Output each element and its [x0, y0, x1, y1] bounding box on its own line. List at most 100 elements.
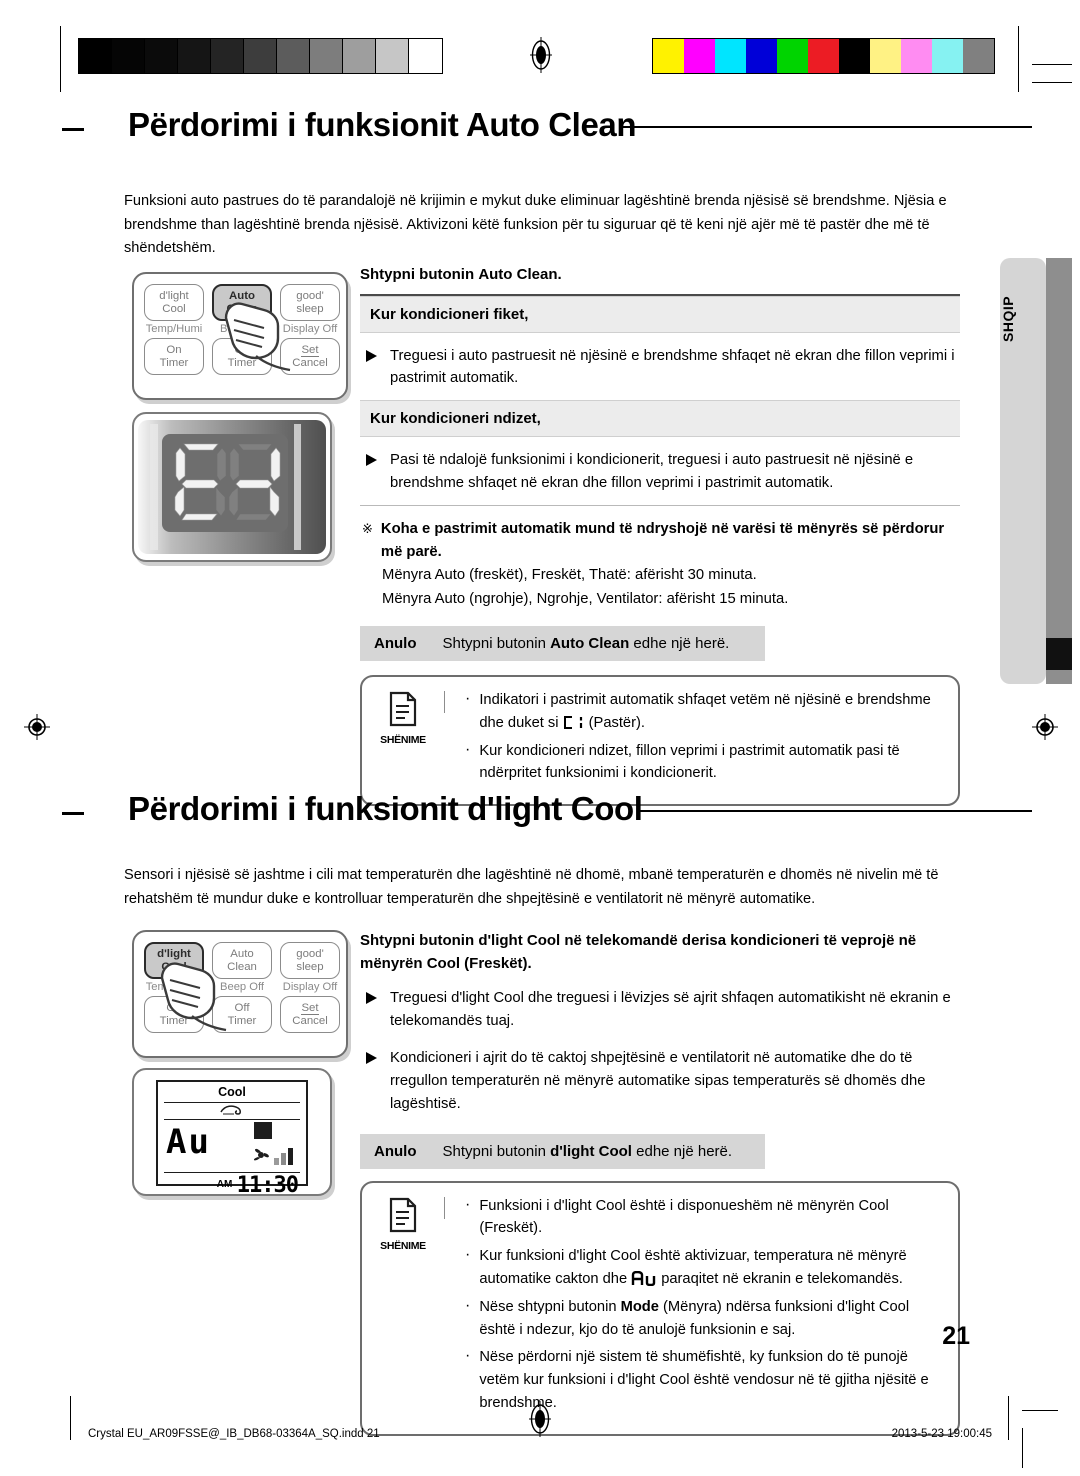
button-label-line2: Cancel: [292, 357, 328, 369]
footer-crop-left: [70, 1396, 71, 1440]
remote-button-on-timer[interactable]: On Timer: [144, 996, 204, 1033]
side-edge-bar: [1046, 258, 1072, 684]
cancel-row-1: Anulo Shtypni butonin Auto Clean edhe nj…: [360, 625, 765, 661]
lcd-fan-icon: [250, 1144, 272, 1169]
remote-button-good-sleep[interactable]: good' sleep: [280, 284, 340, 321]
color-swatch: [808, 39, 839, 73]
button-label-line1: good': [296, 290, 324, 303]
lcd-ampm: AM: [216, 1179, 233, 1190]
content-column-dlight-cool: Shtypni butonin d'light Cool në telekoma…: [360, 930, 960, 1436]
remote-sublabel-row: Temp/Humi Beep Off Display Off: [144, 981, 340, 993]
lcd-segment-text: Au: [166, 1122, 211, 1162]
grayscale-swatch: [79, 39, 112, 73]
lcd-screen: Cool Au AM 11:30: [156, 1080, 308, 1198]
button-label-line2: Cool: [161, 960, 187, 973]
grayscale-calibration-bar: [78, 38, 443, 74]
button-label-line2: Timer: [227, 356, 257, 369]
note-item: · Funksioni i d'light Cool është i dispo…: [463, 1195, 944, 1241]
grayscale-swatch: [244, 39, 277, 73]
band-when-on: Kur kondicioneri ndizet,: [360, 400, 960, 438]
registration-mark-icon: [1030, 712, 1060, 747]
remote-button-set-cancel[interactable]: Set Cancel: [280, 338, 340, 375]
button-label-line1: d'light: [159, 290, 189, 303]
remote-button-off-timer[interactable]: Off Timer: [212, 996, 272, 1033]
note-caption: SHËNIME: [380, 1239, 426, 1252]
note-divider: [444, 690, 445, 713]
button-label-line2: Timer: [159, 356, 189, 369]
button-label-line1: Auto: [230, 948, 254, 961]
remote-sublabel: Temp/Humi: [145, 981, 203, 993]
remote-button-off-timer[interactable]: Off Timer: [212, 338, 272, 375]
footer-crop-tick-2: [1022, 1428, 1023, 1468]
seven-segment-display-cl: [138, 420, 326, 554]
note-item-list: · Indikatori i pastrimit automatik shfaq…: [463, 689, 944, 790]
remote-button-dlight-cool[interactable]: d'light Cool: [144, 284, 204, 321]
remote-sublabel: Beep Off: [220, 981, 264, 993]
bullet-dot-icon: ·: [465, 740, 471, 758]
remote-button-on-timer[interactable]: On Timer: [144, 338, 204, 375]
note-box-1: SHËNIME · Indikatori i pastrimit automat…: [360, 674, 960, 807]
remote-sublabel-row: Temp/Humi Beep Off Display Off: [144, 323, 340, 335]
intro-text-auto-clean: Funksioni auto pastrues do të parandaloj…: [124, 193, 947, 257]
reference-mark-icon: ※: [362, 521, 373, 537]
calibration-strip: [0, 18, 1080, 92]
grayscale-swatch: [145, 39, 178, 73]
lcd-time: 11:30: [236, 1173, 299, 1198]
note-item: · Kur kondicioneri ndizet, fillon veprim…: [463, 740, 944, 786]
lead-instruction-1: Shtypni butonin Auto Clean.: [360, 266, 562, 283]
page-title-dlight-cool: Përdorimi i funksionit d'light Cool: [128, 790, 643, 827]
asterisk-note-block: ※ Koha e pastrimit automatik mund të ndr…: [360, 506, 960, 564]
heading-rule: [640, 810, 1032, 812]
color-calibration-bar: [652, 38, 995, 74]
section-auto-clean: Përdorimi i funksionit Auto Clean: [0, 106, 1080, 164]
color-swatch: [963, 39, 994, 73]
remote-button-auto-clean[interactable]: Auto Clean: [212, 942, 272, 979]
remote-button-good-sleep[interactable]: good' sleep: [280, 942, 340, 979]
bullet-dot-icon: ·: [465, 1195, 471, 1213]
page-number: 21: [942, 1322, 970, 1350]
crop-mark-top-right-1: [1032, 64, 1072, 65]
remote-button-dlight-cool[interactable]: d'light Cool: [144, 942, 204, 979]
intro-text-dlight-cool: Sensori i njësisë së jashtme i cili mat …: [124, 867, 939, 907]
footer-timestamp: 2013-5-23 19:00:45: [891, 1428, 992, 1440]
remote-row-top: d'light Cool Auto Clean good' sleep: [144, 942, 340, 979]
remote-button-grid-2: d'light Cool Auto Clean good' sleep Temp/Humi B…: [144, 942, 340, 1033]
remote-button-auto-clean[interactable]: Auto Clean: [212, 284, 272, 321]
remote-sublabel: Beep Off: [220, 323, 264, 335]
indoor-unit-display-1: [132, 412, 332, 562]
triangle-bullet-icon: [366, 345, 378, 391]
button-label-line1: On: [166, 1002, 182, 1015]
color-swatch: [901, 39, 932, 73]
bullet-dot-icon: ·: [465, 689, 471, 707]
cancel-row-2: Anulo Shtypni butonin d'light Cool edhe …: [360, 1133, 765, 1169]
asterisk-note-line-1: Mënyra Auto (freskët), Freskët, Thatë: a…: [382, 567, 757, 584]
button-label-line1: Off: [234, 1002, 250, 1015]
auto-segment-icon: [632, 1270, 656, 1287]
lead-instruction-2: Shtypni butonin d'light Cool në telekoma…: [360, 932, 917, 972]
grayscale-swatch: [178, 39, 211, 73]
heading-rule: [622, 126, 1032, 128]
clean-indicator-icon: [563, 715, 582, 729]
remote-sublabel: Temp/Humi: [145, 323, 203, 335]
cancel-description: Shtypni butonin d'light Cool edhe një he…: [442, 1142, 733, 1160]
color-swatch: [870, 39, 901, 73]
button-label-line1: Set: [301, 343, 319, 357]
color-swatch: [653, 39, 684, 73]
grayscale-swatch: [409, 39, 442, 73]
heading-dash: [62, 812, 84, 815]
button-label-line1: Set: [301, 1001, 319, 1015]
grayscale-swatch: [343, 39, 376, 73]
cancel-label: Anulo: [374, 634, 417, 652]
lcd-mode-label: Cool: [218, 1085, 246, 1099]
remote-lcd-display: Cool Au AM 11:30: [132, 1068, 332, 1198]
triangle-bullet-icon: [366, 1047, 378, 1116]
button-label-line2: sleep: [296, 960, 324, 973]
remote-control-panel-1: d'light Cool Auto Clean good' sleep Temp/Humi B…: [132, 272, 348, 400]
remote-button-set-cancel[interactable]: Set Cancel: [280, 996, 340, 1033]
color-swatch: [715, 39, 746, 73]
remote-control-panel-2: d'light Cool Auto Clean good' sleep Temp/Humi B…: [132, 930, 348, 1058]
bullet-dot-icon: ·: [465, 1246, 471, 1264]
remote-row-top: d'light Cool Auto Clean good' sleep: [144, 284, 340, 321]
button-label-line2: Clean: [226, 302, 258, 315]
bullet-dot-icon: ·: [465, 1296, 471, 1314]
